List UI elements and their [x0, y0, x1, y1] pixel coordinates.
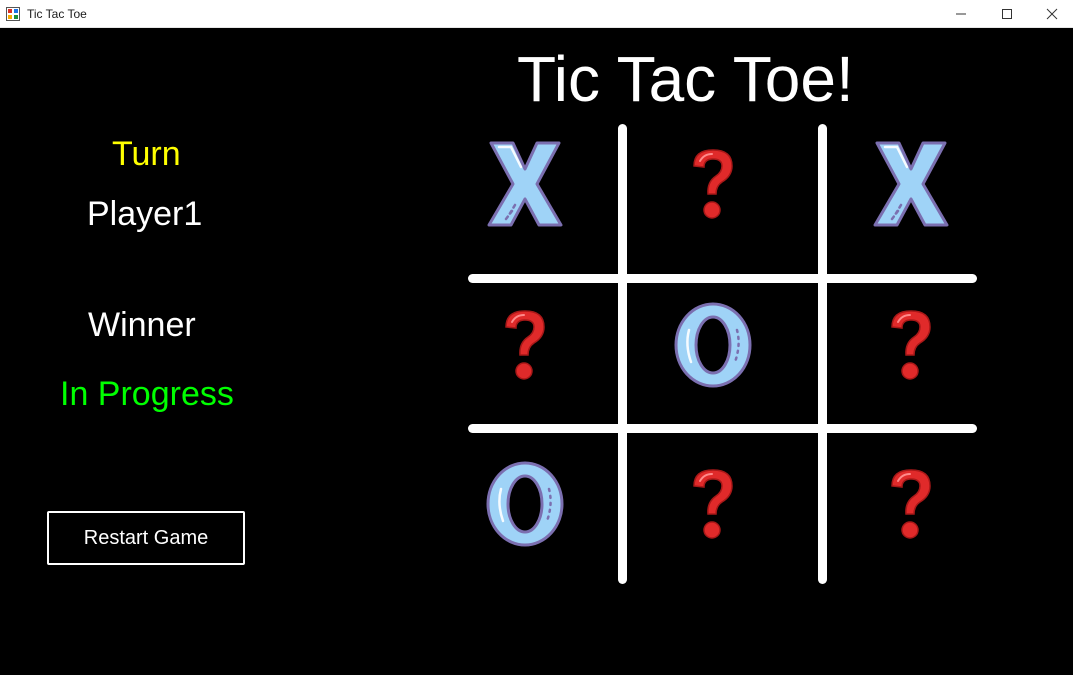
board-cell[interactable] [836, 434, 986, 574]
app-window: Tic Tac Toe Turn Player1 Winner In Progr… [0, 0, 1073, 675]
maximize-icon [1002, 8, 1012, 19]
restart-game-button[interactable]: Restart Game [47, 511, 245, 565]
window-title: Tic Tac Toe [27, 7, 87, 21]
winner-value: In Progress [60, 375, 234, 413]
board-cell[interactable] [638, 114, 788, 254]
game-board [0, 28, 1073, 675]
o-mark-icon [671, 300, 755, 390]
question-mark-icon [688, 466, 738, 542]
maximize-button[interactable] [984, 0, 1030, 27]
board-cell[interactable] [638, 275, 788, 415]
board-cell[interactable] [638, 434, 788, 574]
question-mark-icon [886, 466, 936, 542]
app-icon [6, 7, 20, 21]
minimize-icon [956, 13, 966, 14]
board-cell[interactable] [450, 275, 600, 415]
close-button[interactable] [1029, 0, 1073, 27]
x-mark-icon [871, 139, 951, 229]
grid-line [468, 424, 977, 433]
question-mark-icon [688, 146, 738, 222]
title-bar: Tic Tac Toe [0, 0, 1073, 28]
question-mark-icon [886, 307, 936, 383]
grid-line [618, 124, 627, 584]
board-cell[interactable] [836, 114, 986, 254]
board-cell[interactable] [450, 434, 600, 574]
o-mark-icon [483, 459, 567, 549]
game-title: Tic Tac Toe! [517, 43, 854, 115]
question-mark-icon [500, 307, 550, 383]
turn-value: Player1 [87, 195, 203, 233]
board-cell[interactable] [450, 114, 600, 254]
grid-line [818, 124, 827, 584]
winner-label: Winner [88, 306, 196, 344]
close-icon [1046, 8, 1058, 19]
client-area: Turn Player1 Winner In Progress Restart … [0, 28, 1073, 675]
minimize-button[interactable] [938, 0, 984, 27]
x-mark-icon [485, 139, 565, 229]
board-cell[interactable] [836, 275, 986, 415]
turn-label: Turn [112, 135, 181, 173]
